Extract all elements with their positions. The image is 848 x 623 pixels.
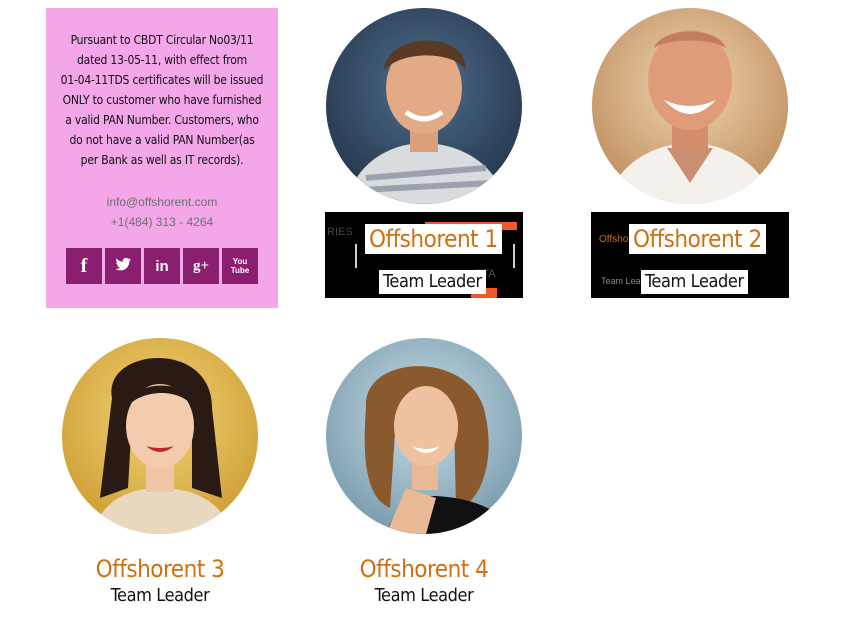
notice-line: 01-04-11TDS certificates will be issued [60, 73, 264, 87]
member-photo [592, 8, 788, 204]
facebook-icon: f [80, 254, 88, 277]
member-caption: Offshorent Team Lead... Offshorent 2 Tea… [591, 212, 789, 298]
linkedin-button[interactable]: in [144, 248, 180, 284]
member-caption: RIES ETA Offshorent 1 Team Leader [325, 212, 523, 298]
caption-divider [355, 244, 357, 268]
avatar [592, 8, 788, 204]
team-member-card: Offshorent 3 Team Leader [60, 338, 260, 608]
contact-info: info@offshorent.com +1(484) 313 - 4264 [60, 192, 264, 232]
notice-line: do not have a valid PAN Number(as [69, 133, 255, 147]
notice-text: Pursuant to CBDT Circular No03/11 dated … [60, 30, 264, 170]
team-member-card: Offshorent 4 Team Leader [324, 338, 524, 608]
team-member-card: Offshorent Team Lead... Offshorent 2 Tea… [590, 8, 790, 298]
youtube-button[interactable]: You Tube [222, 248, 258, 284]
member-name[interactable]: Offshorent 1 [365, 224, 502, 254]
caption-divider [513, 244, 515, 268]
member-photo [326, 338, 522, 534]
avatar [326, 338, 522, 534]
avatar [326, 8, 522, 204]
member-role: Team Leader [641, 270, 748, 294]
member-role: Team Leader [379, 270, 486, 294]
youtube-icon: You Tube [230, 257, 250, 275]
notice-panel: Pursuant to CBDT Circular No03/11 dated … [46, 8, 278, 308]
google-plus-icon: g+ [192, 257, 210, 274]
twitter-icon [114, 255, 132, 277]
team-member-card: RIES ETA Offshorent 1 Team Leader [324, 8, 524, 298]
email-link[interactable]: info@offshorent.com [60, 192, 264, 212]
linkedin-icon: in [155, 257, 169, 275]
member-role: Team Leader [110, 585, 210, 606]
avatar [62, 338, 258, 534]
member-photo [62, 338, 258, 534]
notice-line: Pursuant to CBDT Circular No03/11 [70, 33, 254, 47]
notice-line: dated 13-05-11, with effect from [77, 53, 247, 67]
phone-number: +1(484) 313 - 4264 [110, 215, 214, 229]
member-name[interactable]: Offshorent 3 [60, 554, 260, 584]
notice-line: ONLY to customer who have furnished [62, 93, 262, 107]
caption-fragment: RIES [327, 226, 353, 238]
notice-line: a valid PAN Number. Customers, who [65, 113, 259, 127]
member-role: Team Leader [374, 585, 474, 606]
google-plus-button[interactable]: g+ [183, 248, 219, 284]
member-photo [326, 8, 522, 204]
member-name[interactable]: Offshorent 2 [629, 224, 766, 254]
notice-line: per Bank as well as IT records). [80, 153, 244, 167]
social-links: f in g+ You Tube [66, 248, 258, 284]
twitter-button[interactable] [105, 248, 141, 284]
member-name[interactable]: Offshorent 4 [324, 554, 524, 584]
facebook-button[interactable]: f [66, 248, 102, 284]
